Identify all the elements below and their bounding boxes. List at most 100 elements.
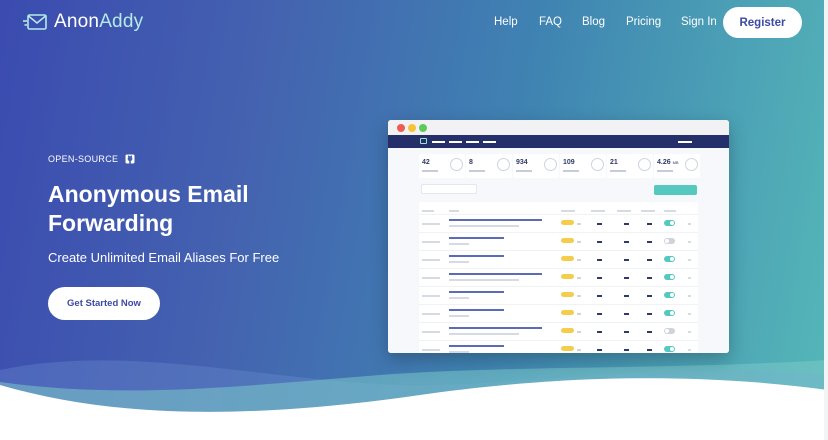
open-source-label: OPEN-SOURCE bbox=[48, 154, 135, 164]
nav-link-pricing[interactable]: Pricing bbox=[626, 16, 661, 28]
delete-icon-mark bbox=[688, 223, 691, 225]
row-count-bar bbox=[624, 295, 629, 297]
mockup-search-input bbox=[421, 184, 477, 194]
row-date-bar bbox=[422, 223, 440, 225]
row-date-bar bbox=[422, 313, 440, 315]
stat-value: 4.26 MB bbox=[657, 159, 679, 166]
stat-card: 934 bbox=[513, 154, 559, 178]
row-date-bar bbox=[422, 349, 440, 351]
row-count-bar bbox=[647, 259, 652, 261]
row-count-bar bbox=[597, 259, 602, 261]
active-toggle bbox=[664, 220, 675, 226]
row-count-bar bbox=[647, 349, 652, 351]
row-alias-bar bbox=[449, 327, 542, 329]
row-description-bar bbox=[449, 315, 469, 317]
row-alias-bar bbox=[449, 273, 542, 275]
table-row bbox=[419, 340, 698, 353]
nav-link-faq[interactable]: FAQ bbox=[539, 16, 562, 28]
alias-pill bbox=[561, 220, 574, 225]
table-header-cell bbox=[591, 210, 605, 212]
row-count-bar bbox=[597, 277, 602, 279]
active-toggle bbox=[664, 238, 675, 244]
row-alias-bar bbox=[449, 291, 504, 293]
alias-table bbox=[419, 202, 698, 353]
table-row bbox=[419, 232, 698, 249]
stat-value: 8 bbox=[469, 159, 473, 166]
row-count-bar bbox=[597, 241, 602, 243]
row-count-bar bbox=[597, 295, 602, 297]
edit-pencil-mark bbox=[577, 277, 581, 279]
register-button[interactable]: Register bbox=[723, 7, 802, 38]
row-description-bar bbox=[449, 243, 469, 245]
delete-icon-mark bbox=[688, 277, 691, 279]
open-source-text: OPEN-SOURCE bbox=[48, 154, 119, 164]
stat-label-line bbox=[422, 170, 438, 172]
row-count-bar bbox=[647, 295, 652, 297]
row-description-bar bbox=[449, 279, 519, 281]
page-edge bbox=[824, 0, 828, 440]
stat-icon bbox=[497, 158, 510, 171]
edit-pencil-mark bbox=[577, 331, 581, 333]
mockup-body: 42 8 934 109 21 4.26 MB bbox=[388, 148, 729, 353]
row-date-bar bbox=[422, 331, 440, 333]
row-description-bar bbox=[449, 333, 519, 335]
mockup-nav-item bbox=[432, 141, 445, 143]
alias-pill bbox=[561, 310, 574, 315]
row-description-bar bbox=[449, 351, 469, 353]
headline-line-1: Anonymous Email bbox=[48, 181, 249, 207]
table-row bbox=[419, 214, 698, 231]
active-toggle bbox=[664, 256, 675, 262]
stat-value: 21 bbox=[610, 159, 618, 166]
nav-links: Help FAQ Blog Pricing Sign In bbox=[0, 16, 828, 30]
row-date-bar bbox=[422, 259, 440, 261]
stat-card: 4.26 MB bbox=[654, 154, 700, 178]
alias-pill bbox=[561, 292, 574, 297]
active-toggle bbox=[664, 292, 675, 298]
stat-label-line bbox=[610, 170, 626, 172]
stat-icon bbox=[591, 158, 604, 171]
hero-section: AnonAddy Help FAQ Blog Pricing Sign In R… bbox=[0, 0, 828, 440]
row-count-bar bbox=[624, 331, 629, 333]
get-started-button[interactable]: Get Started Now bbox=[48, 287, 160, 320]
stat-unit: MB bbox=[672, 160, 679, 165]
stat-label-line bbox=[516, 170, 532, 172]
stat-value: 109 bbox=[563, 159, 575, 166]
delete-icon-mark bbox=[688, 331, 691, 333]
row-count-bar bbox=[624, 349, 629, 351]
nav-link-help[interactable]: Help bbox=[494, 16, 518, 28]
stat-icon bbox=[450, 158, 463, 171]
row-count-bar bbox=[597, 331, 602, 333]
table-header-cell bbox=[664, 210, 676, 212]
stat-card: 42 bbox=[419, 154, 465, 178]
delete-icon-mark bbox=[688, 295, 691, 297]
nav-link-blog[interactable]: Blog bbox=[582, 16, 605, 28]
nav-link-sign-in[interactable]: Sign In bbox=[681, 16, 717, 28]
row-count-bar bbox=[597, 349, 602, 351]
stat-label-line bbox=[563, 170, 579, 172]
alias-pill bbox=[561, 274, 574, 279]
mockup-logo-icon bbox=[420, 138, 427, 144]
row-alias-bar bbox=[449, 345, 504, 347]
stat-card: 109 bbox=[560, 154, 606, 178]
alias-pill bbox=[561, 346, 574, 351]
edit-pencil-mark bbox=[577, 295, 581, 297]
row-description-bar bbox=[449, 261, 469, 263]
mockup-nav-item bbox=[483, 141, 496, 143]
active-toggle bbox=[664, 310, 675, 316]
stat-value: 42 bbox=[422, 159, 430, 166]
row-description-bar bbox=[449, 225, 519, 227]
alias-pill bbox=[561, 256, 574, 261]
table-header-cell bbox=[617, 210, 631, 212]
delete-icon-mark bbox=[688, 259, 691, 261]
table-header-cell bbox=[422, 210, 434, 212]
row-count-bar bbox=[624, 223, 629, 225]
mockup-nav-item bbox=[466, 141, 479, 143]
alias-pill bbox=[561, 328, 574, 333]
page-subheadline: Create Unlimited Email Aliases For Free bbox=[48, 250, 280, 265]
mockup-nav-item bbox=[449, 141, 462, 143]
table-row bbox=[419, 286, 698, 303]
delete-icon-mark bbox=[688, 349, 691, 351]
edit-pencil-mark bbox=[577, 223, 581, 225]
github-icon[interactable] bbox=[125, 154, 135, 164]
maximize-dot-icon bbox=[419, 124, 427, 132]
